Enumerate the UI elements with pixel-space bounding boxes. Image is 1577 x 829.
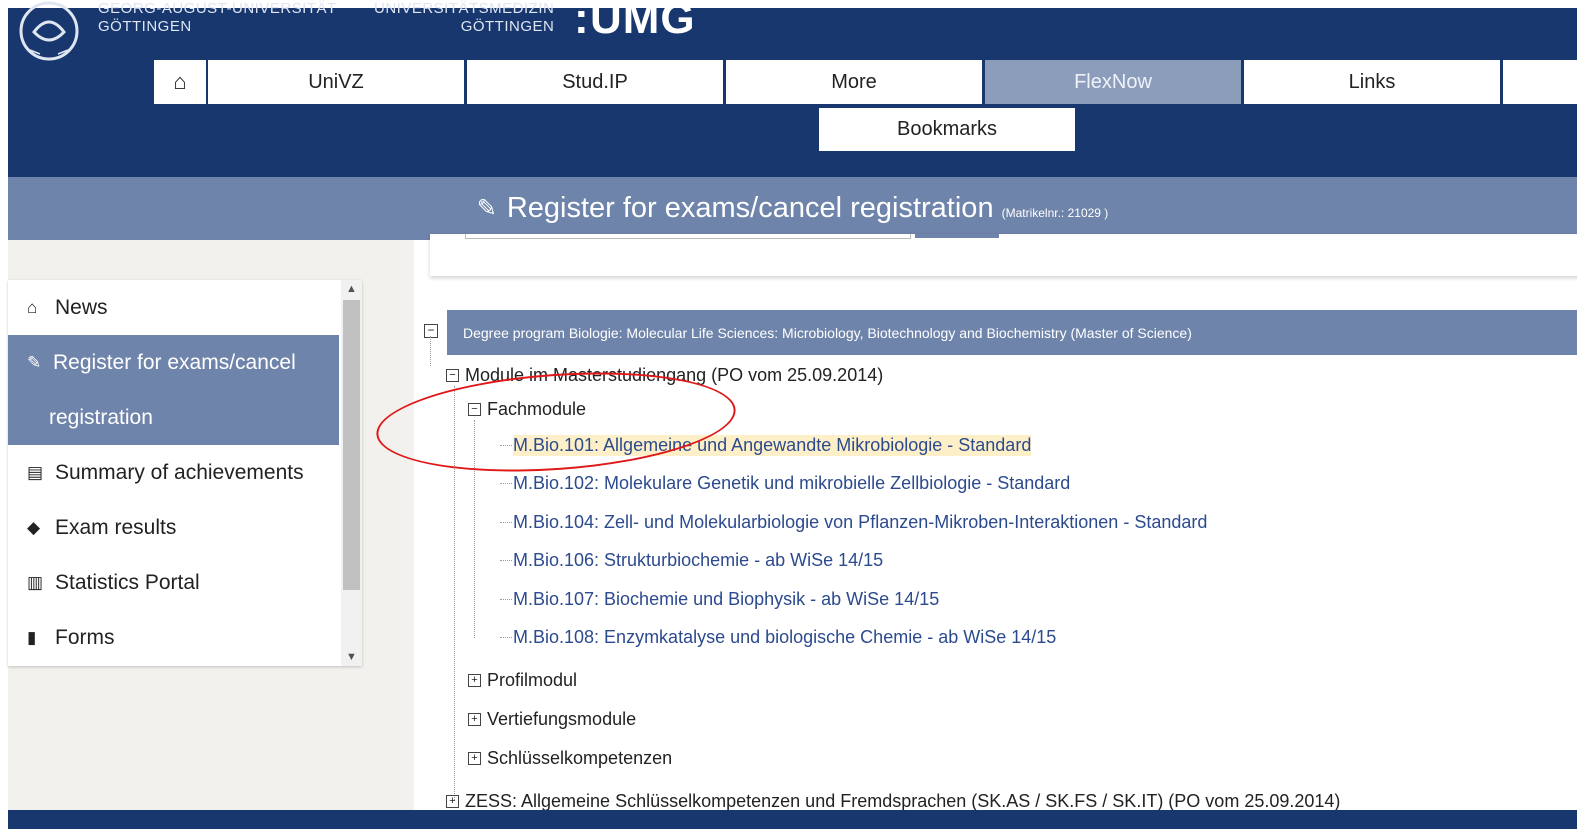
graduation-cap-icon: ◆ — [27, 517, 41, 537]
scroll-up-arrow-icon[interactable]: ▲ — [341, 280, 362, 298]
medicine-name: UNIVERSITÄTSMEDIZIN GÖTTINGEN — [374, 0, 555, 35]
sidebar-item-label: Statistics Portal — [55, 570, 200, 594]
sidebar-scrollbar[interactable]: ▲ ▼ — [341, 280, 362, 666]
module-link-label[interactable]: M.Bio.104: Zell- und Molekularbiologie v… — [513, 512, 1207, 533]
module-link-label[interactable]: M.Bio.108: Enzymkatalyse und biologische… — [513, 627, 1056, 648]
tree-node-label: Schlüsselkompetenzen — [487, 747, 673, 768]
tree-branch — [500, 522, 512, 523]
module-link[interactable]: M.Bio.102: Molekulare Genetik und mikrob… — [513, 471, 1070, 495]
tree-node-profilmodul[interactable]: + Profilmodul — [468, 669, 577, 691]
nav-bookmarks[interactable]: Bookmarks — [819, 108, 1075, 151]
nav-studip[interactable]: Stud.IP — [467, 60, 723, 104]
tree-branch — [500, 483, 512, 484]
sidebar-item-label: Forms — [55, 625, 115, 649]
expand-toggle-icon[interactable]: + — [468, 712, 481, 726]
module-link-label[interactable]: M.Bio.102: Molekulare Genetik und mikrob… — [513, 473, 1070, 494]
search-card — [430, 234, 1577, 276]
main-content: − Degree program Biologie: Molecular Lif… — [414, 234, 1577, 812]
page-title-bar: ✎ Register for exams/cancel registration… — [8, 177, 1577, 240]
search-input[interactable] — [465, 234, 911, 239]
search-button[interactable] — [915, 234, 999, 238]
umg-logo: :UMG — [574, 0, 696, 43]
module-link-label[interactable]: M.Bio.107: Biochemie und Biophysik - ab … — [513, 589, 939, 610]
university-seal-icon — [19, 1, 79, 61]
nav-links[interactable]: Links — [1244, 60, 1500, 104]
tree-branch — [500, 637, 512, 638]
module-link[interactable]: M.Bio.107: Biochemie und Biophysik - ab … — [513, 587, 939, 611]
scroll-thumb[interactable] — [343, 300, 360, 590]
edit-icon: ✎ — [476, 195, 497, 222]
sidebar-item-label-cont: registration — [49, 405, 153, 429]
collapse-toggle-icon[interactable]: − — [424, 324, 438, 338]
tree-node-label: Profilmodul — [487, 669, 578, 690]
university-name: GEORG-AUGUST-UNIVERSITÄT GÖTTINGEN — [98, 0, 337, 35]
sidebar-item-summary[interactable]: ▤ Summary of achievements — [8, 445, 339, 500]
module-link[interactable]: M.Bio.104: Zell- und Molekularbiologie v… — [513, 510, 1207, 534]
collapse-toggle-icon[interactable]: − — [446, 368, 459, 382]
home-icon: ⌂ — [27, 297, 38, 317]
sidebar-item-forms[interactable]: ▮ Forms — [8, 610, 339, 665]
sidebar-item-statistics[interactable]: ▥ Statistics Portal — [8, 555, 339, 610]
page-title: Register for exams/cancel registration — [506, 192, 994, 224]
sidebar-item-label: Exam results — [55, 515, 177, 539]
file-icon: ▮ — [27, 627, 37, 647]
expand-toggle-icon[interactable]: + — [468, 751, 481, 765]
tree-line — [430, 336, 431, 366]
sidebar-item-label: Register for exams/cancel — [53, 350, 296, 374]
tree-node-vertiefungsmodule[interactable]: + Vertiefungsmodule — [468, 708, 636, 730]
home-icon: ⌂ — [173, 69, 187, 94]
expand-toggle-icon[interactable]: + — [468, 673, 481, 687]
footer-bar — [8, 810, 1577, 829]
list-icon: ▤ — [27, 462, 44, 482]
tree-node-label: ZESS: Allgemeine Schlüsselkompetenzen un… — [465, 790, 1341, 811]
scroll-down-arrow-icon[interactable]: ▼ — [341, 648, 362, 666]
degree-program-bar[interactable]: Degree program Biologie: Molecular Life … — [447, 310, 1577, 355]
module-link[interactable]: M.Bio.108: Enzymkatalyse und biologische… — [513, 625, 1056, 649]
nav-univz[interactable]: UniVZ — [208, 60, 464, 104]
sidebar-item-exam-results[interactable]: ◆ Exam results — [8, 500, 339, 555]
sidebar-item-label: Summary of achievements — [55, 460, 304, 484]
sidebar-item-news[interactable]: ⌂ News — [8, 280, 339, 335]
edit-icon: ✎ — [27, 352, 42, 372]
nav-more[interactable]: More — [726, 60, 982, 104]
nav-flexnow[interactable]: FlexNow — [985, 60, 1241, 104]
sidebar-item-label: News — [55, 295, 108, 319]
sidebar-item-register[interactable]: ✎ Register for exams/cancel registration — [8, 335, 339, 445]
bar-chart-icon: ▥ — [27, 572, 44, 592]
sidebar: ⌂ News ✎ Register for exams/cancel regis… — [8, 280, 362, 666]
tree-node-schluesselkompetenzen[interactable]: + Schlüsselkompetenzen — [468, 747, 672, 769]
expand-toggle-icon[interactable]: + — [446, 794, 459, 808]
tree-node-label: Vertiefungsmodule — [487, 708, 637, 729]
module-link-label[interactable]: M.Bio.106: Strukturbiochemie - ab WiSe 1… — [513, 550, 883, 571]
nav-more-right[interactable] — [1503, 60, 1577, 104]
tree-branch — [500, 560, 512, 561]
nav-home-button[interactable]: ⌂ — [154, 60, 206, 104]
module-link[interactable]: M.Bio.106: Strukturbiochemie - ab WiSe 1… — [513, 548, 883, 572]
tree-branch — [500, 599, 512, 600]
matrikel-number: (Matrikelnr.: 21029 ) — [1001, 205, 1109, 220]
tree-node-zess[interactable]: + ZESS: Allgemeine Schlüsselkompetenzen … — [446, 790, 1340, 812]
